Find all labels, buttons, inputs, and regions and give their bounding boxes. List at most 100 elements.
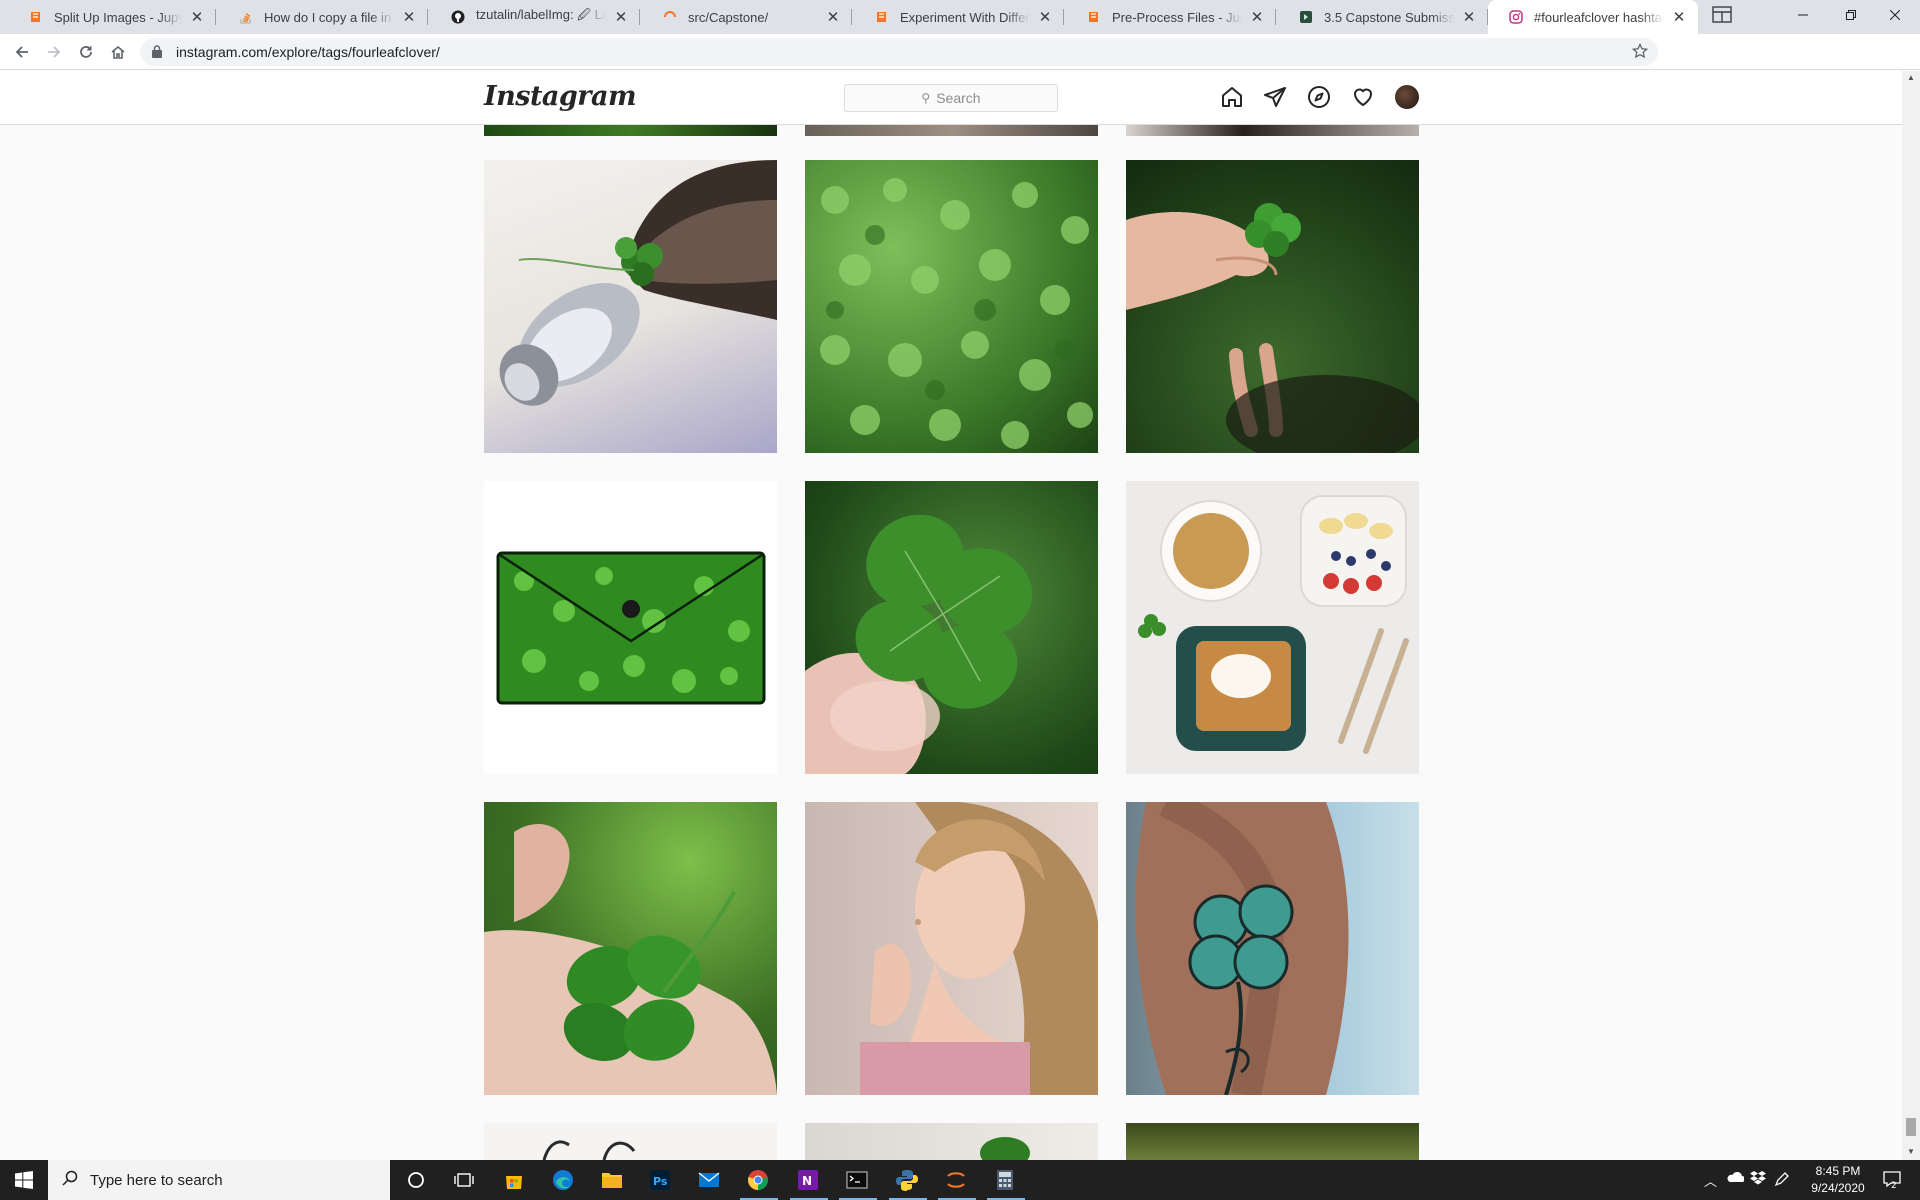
instagram-logo[interactable]: Instagram	[484, 81, 637, 112]
terminal-icon[interactable]	[845, 1168, 869, 1192]
woman-portrait-image	[860, 802, 1098, 1095]
grid-tile-partial[interactable]	[1126, 125, 1419, 136]
show-hidden-icons-chevron-icon[interactable]: ︿	[1704, 1171, 1717, 1190]
chrome-icon[interactable]	[746, 1168, 770, 1192]
close-icon[interactable]: ✕	[824, 8, 842, 26]
direct-message-icon[interactable]	[1262, 84, 1288, 110]
onenote-icon[interactable]: N	[796, 1168, 820, 1192]
mail-icon[interactable]	[697, 1168, 721, 1192]
reload-button[interactable]	[72, 38, 100, 66]
close-icon[interactable]: ✕	[612, 8, 630, 26]
bookmark-star-icon[interactable]	[1631, 42, 1649, 64]
grid-tile[interactable]	[484, 802, 777, 1095]
tab-copy-file-python[interactable]: How do I copy a file in Python ✕	[218, 0, 428, 34]
clock-time: 8:45 PM	[1815, 1164, 1861, 1178]
taskbar-search-placeholder: Type here to search	[90, 1171, 223, 1189]
svg-text:2: 2	[1891, 1181, 1897, 1189]
grid-tile[interactable]	[1126, 160, 1419, 453]
svg-text:Ps: Ps	[653, 1175, 668, 1188]
grid-tile[interactable]	[1126, 802, 1419, 1095]
tab-title: Pre-Process Files - Jupyter N	[1112, 9, 1242, 25]
address-bar[interactable]: instagram.com/explore/tags/fourleafclove…	[140, 38, 1658, 66]
grid-tile[interactable]	[805, 802, 1098, 1095]
pen-workspace-icon[interactable]	[1774, 1171, 1790, 1190]
scroll-down-arrow[interactable]: ▼	[1907, 1147, 1915, 1156]
springboard-icon	[1298, 9, 1314, 25]
grid-tile[interactable]	[484, 481, 777, 774]
close-icon[interactable]: ✕	[1248, 8, 1266, 26]
explore-compass-icon[interactable]	[1306, 84, 1332, 110]
close-window-button[interactable]	[1872, 0, 1918, 30]
home-icon[interactable]	[1219, 84, 1245, 110]
tab-search-icon[interactable]	[1710, 4, 1738, 28]
microsoft-store-icon[interactable]	[502, 1168, 526, 1192]
clover-tattoo-image	[1135, 802, 1349, 1095]
notification-center-icon[interactable]: 2	[1882, 1169, 1902, 1192]
jupyter-icon	[874, 9, 890, 25]
browser-toolbar: instagram.com/explore/tags/fourleafclove…	[0, 34, 1920, 97]
close-icon[interactable]: ✕	[1460, 8, 1478, 26]
stackoverflow-icon	[238, 9, 254, 25]
grid-tile-partial[interactable]	[1126, 1123, 1419, 1160]
cortana-icon[interactable]	[404, 1168, 428, 1192]
tab-title: Split Up Images - Jupyter Notebook	[54, 9, 182, 25]
back-button[interactable]	[8, 38, 36, 66]
task-view-icon[interactable]	[452, 1168, 476, 1192]
explore-grid	[0, 125, 1902, 1160]
python-icon[interactable]	[895, 1168, 919, 1192]
close-icon[interactable]: ✕	[1670, 8, 1688, 26]
taskbar-search-box[interactable]: Type here to search	[48, 1160, 390, 1200]
grid-tile-partial[interactable]	[805, 1123, 1098, 1160]
instagram-header: Instagram ⚲ Search	[0, 71, 1902, 125]
onedrive-cloud-icon[interactable]	[1726, 1171, 1745, 1186]
shaving-brush-clover-image	[499, 160, 777, 406]
grid-tile[interactable]	[805, 160, 1098, 453]
tab-src-capstone[interactable]: src/Capstone/ ✕	[642, 0, 852, 34]
grid-tile[interactable]	[1126, 481, 1419, 774]
grid-tile-partial[interactable]	[484, 125, 777, 136]
activity-heart-icon[interactable]	[1350, 84, 1376, 110]
windows-start-icon[interactable]	[12, 1168, 36, 1192]
tab-fourleafclover-instagram[interactable]: #fourleafclover hashtag on I ✕	[1488, 0, 1698, 34]
file-explorer-icon[interactable]	[600, 1168, 624, 1192]
forward-button[interactable]	[40, 38, 68, 66]
calculator-icon[interactable]	[993, 1168, 1017, 1192]
tab-split-up-images[interactable]: Split Up Images - Jupyter Notebook ✕	[8, 0, 216, 34]
tab-experiment[interactable]: Experiment With Different M ✕	[854, 0, 1064, 34]
tab-labelimg-github[interactable]: tzutalin/labelImg: 🖉 Label ✕	[430, 0, 640, 34]
grid-tile[interactable]	[805, 481, 1098, 774]
scroll-up-arrow[interactable]: ▲	[1907, 73, 1915, 82]
edge-icon[interactable]	[551, 1168, 575, 1192]
tab-title: How do I copy a file in Python	[264, 9, 394, 25]
close-icon[interactable]: ✕	[400, 8, 418, 26]
restore-button[interactable]	[1828, 0, 1874, 30]
grid-tile-partial[interactable]	[484, 1123, 777, 1160]
search-input[interactable]: ⚲ Search	[844, 84, 1058, 112]
jupyter-icon	[1086, 9, 1102, 25]
tab-title: Experiment With Different M	[900, 9, 1030, 25]
close-icon[interactable]: ✕	[188, 8, 206, 26]
home-button[interactable]	[104, 38, 132, 66]
minimize-button[interactable]	[1780, 0, 1826, 30]
jupyter-taskbar-icon[interactable]	[944, 1168, 968, 1192]
page-scrollbar[interactable]: ▲ ▼	[1902, 71, 1920, 1160]
scrollbar-thumb[interactable]	[1906, 1118, 1916, 1136]
hand-holding-clover-image	[1126, 203, 1419, 453]
lock-icon	[152, 45, 164, 59]
photoshop-icon[interactable]: Ps	[648, 1168, 672, 1192]
dropbox-icon[interactable]	[1750, 1171, 1766, 1188]
tab-capstone-submission[interactable]: 3.5 Capstone Submission - S ✕	[1278, 0, 1488, 34]
profile-avatar-icon[interactable]	[1394, 84, 1420, 110]
grid-tile[interactable]	[484, 160, 777, 453]
breakfast-flatlay-image	[1138, 495, 1409, 754]
system-clock[interactable]: 8:45 PM 9/24/2020	[1800, 1163, 1876, 1197]
tab-title: src/Capstone/	[688, 9, 769, 25]
close-icon[interactable]: ✕	[1036, 8, 1054, 26]
tab-strip: Split Up Images - Jupyter Notebook ✕ How…	[0, 0, 1920, 34]
grid-tile-partial[interactable]	[805, 125, 1098, 136]
sketch-image	[542, 1140, 636, 1160]
clover-field-image	[820, 178, 1093, 449]
url-text: instagram.com/explore/tags/fourleafclove…	[176, 44, 440, 60]
tab-title: 3.5 Capstone Submission - S	[1324, 9, 1454, 25]
tab-pre-process-files[interactable]: Pre-Process Files - Jupyter N ✕	[1066, 0, 1276, 34]
